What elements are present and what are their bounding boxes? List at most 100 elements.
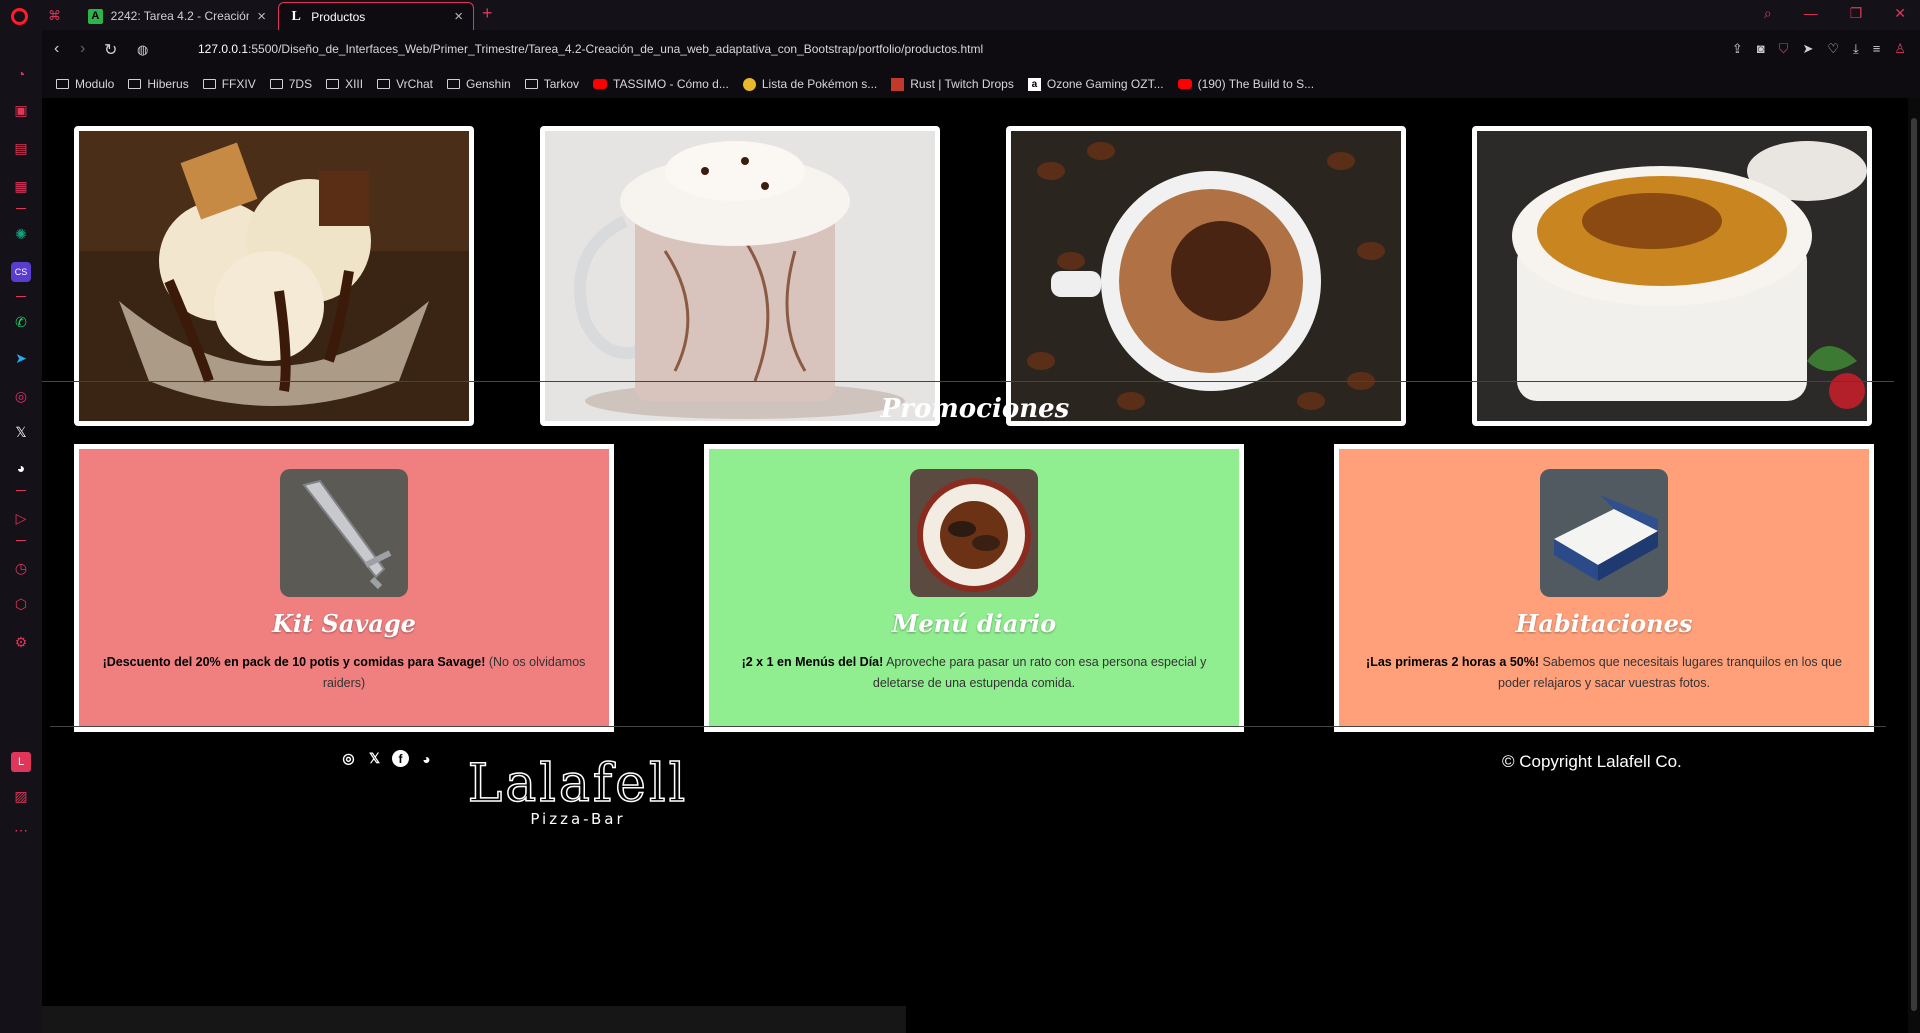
section-divider: [42, 381, 1894, 382]
history-icon[interactable]: ◷: [11, 558, 31, 578]
discord-icon[interactable]: ◕: [11, 458, 31, 478]
tab-tarea[interactable]: A 2242: Tarea 4.2 - Creación de ×: [78, 2, 276, 30]
extensions-icon[interactable]: ⬡: [11, 594, 31, 614]
bookmark-label: XIII: [345, 77, 364, 91]
promo-image-sword: [280, 469, 408, 597]
page-viewport: Promociones Kit Savage ¡Descuento del 20…: [42, 98, 1908, 1033]
settings-icon[interactable]: ⚙: [11, 632, 31, 652]
tab-productos[interactable]: L Productos ×: [278, 2, 474, 30]
menu-icon[interactable]: ≡: [1873, 41, 1881, 57]
shopping-icon[interactable]: ▣: [11, 100, 31, 120]
send-icon[interactable]: ➤: [1802, 41, 1813, 57]
bookmark-item[interactable]: 7DS: [269, 77, 313, 91]
bookmark-item[interactable]: VrChat: [377, 77, 433, 91]
ice-cream-image: [79, 131, 469, 421]
promo-title: Menú diario: [891, 609, 1057, 638]
products-gallery: [74, 126, 1874, 428]
heart-icon[interactable]: ♡: [1827, 41, 1839, 57]
folder-icon: [447, 79, 460, 89]
search-icon[interactable]: ⌕: [1764, 5, 1772, 22]
back-icon[interactable]: ‹: [54, 40, 59, 58]
url-host: 127.0.0.1: [198, 42, 249, 56]
bookmark-item[interactable]: Genshin: [447, 77, 511, 91]
player-icon[interactable]: ▷: [11, 508, 31, 528]
tab-bar: ⌘ A 2242: Tarea 4.2 - Creación de × L Pr…: [0, 0, 1920, 30]
forward-icon[interactable]: ›: [80, 40, 85, 58]
restore-icon[interactable]: ❐: [1850, 5, 1863, 22]
instagram-icon[interactable]: ◎: [11, 386, 31, 406]
promo-text: ¡Descuento del 20% en pack de 10 potis y…: [101, 652, 587, 694]
close-icon[interactable]: ×: [257, 8, 266, 25]
folder-icon: [377, 79, 391, 89]
minimize-icon[interactable]: —: [1804, 5, 1818, 22]
gx-control-icon[interactable]: ▦: [11, 176, 31, 196]
whatsapp-icon[interactable]: ✆: [11, 312, 31, 332]
speed-dial-icon[interactable]: ◔: [11, 64, 31, 84]
promo-text: ¡Las primeras 2 horas a 50%! Sabemos que…: [1361, 652, 1847, 694]
promo-title: Habitaciones: [1515, 609, 1693, 638]
bookmark-item[interactable]: XIII: [326, 77, 363, 91]
page-scrollbar[interactable]: [1908, 98, 1920, 1033]
reload-icon[interactable]: ↻: [104, 40, 117, 60]
bookmark-item[interactable]: a Ozone Gaming OZT...: [1027, 77, 1164, 91]
footer-brand[interactable]: Lalafell Pizza-Bar: [318, 753, 838, 828]
folder-icon: [202, 79, 216, 89]
bookmark-item[interactable]: (190) The Build to S...: [1177, 77, 1314, 91]
bookmark-item[interactable]: Hiberus: [128, 77, 189, 91]
profile-icon[interactable]: ♙: [1894, 41, 1906, 57]
bookmark-item[interactable]: TASSIMO - Cómo d...: [593, 77, 729, 91]
opera-logo-icon[interactable]: [11, 8, 28, 25]
promo-card-habitaciones: Habitaciones ¡Las primeras 2 horas a 50%…: [1334, 444, 1874, 732]
scrollbar-thumb[interactable]: [1911, 118, 1917, 1011]
bookmark-label: Ozone Gaming OZT...: [1046, 77, 1164, 91]
creme-brulee-image: [1477, 131, 1867, 421]
gamepad-icon[interactable]: ⌘: [48, 8, 61, 24]
telegram-icon[interactable]: ➤: [11, 348, 31, 368]
bookmark-item[interactable]: Modulo: [56, 77, 114, 91]
bookmark-item[interactable]: Tarkov: [524, 77, 580, 91]
folder-icon: [128, 79, 142, 89]
twitch-icon[interactable]: ▤: [11, 138, 31, 158]
footer-bottom-bar: [42, 1006, 906, 1033]
url-field[interactable]: 127.0.0.1:5500/Diseño_de_Interfaces_Web/…: [198, 42, 983, 56]
promo-detail: Sabemos que necesitais lugares tranquilo…: [1498, 655, 1842, 690]
folder-icon: [326, 79, 340, 89]
more-icon[interactable]: ⋯: [11, 820, 31, 840]
coffee-image: [1011, 131, 1401, 421]
bookmark-item[interactable]: Rust | Twitch Drops: [891, 77, 1014, 91]
youtube-icon: [1177, 79, 1192, 89]
bookmark-label: Rust | Twitch Drops: [910, 77, 1014, 91]
promo-card-menu-diario: Menú diario ¡2 x 1 en Menús del Día! Apr…: [704, 444, 1244, 732]
close-icon[interactable]: ×: [454, 8, 463, 25]
opera-sidebar: ◔ ▣ ▤ ▦ ✺ CS ✆ ➤ ◎ 𝕏 ◕ ▷ ◷ ⬡ ⚙ L ▨ ⋯: [0, 30, 42, 1033]
new-tab-button[interactable]: +: [482, 3, 493, 24]
brand-name: Lalafell: [467, 753, 689, 815]
share-icon[interactable]: ⇪: [1732, 41, 1743, 57]
footer-divider: [50, 726, 1886, 727]
camera-icon[interactable]: ◙: [1757, 41, 1765, 57]
tab-preview-icon[interactable]: L: [11, 752, 31, 772]
bookmark-label: Genshin: [466, 77, 511, 91]
bookmark-item[interactable]: FFXIV: [202, 77, 256, 91]
download-icon[interactable]: ⤓: [1853, 41, 1859, 57]
close-window-icon[interactable]: ✕: [1894, 5, 1906, 22]
globe-icon[interactable]: ◍: [137, 42, 148, 58]
tab-favicon: A: [88, 8, 103, 24]
window-controls: ⌕ — ❐ ✕: [1764, 5, 1906, 22]
tab-title: Productos: [311, 9, 366, 24]
shield-icon[interactable]: ⛉: [1779, 41, 1789, 57]
youtube-icon: [593, 79, 608, 89]
gallery-icon[interactable]: ▨: [11, 786, 31, 806]
chatgpt-icon[interactable]: ✺: [11, 224, 31, 244]
bookmark-label: Tarkov: [543, 77, 580, 91]
bookmark-item[interactable]: Lista de Pokémon s...: [742, 77, 878, 91]
bookmark-label: TASSIMO - Cómo d...: [613, 77, 729, 91]
bookmark-label: Hiberus: [147, 77, 189, 91]
bookmark-label: VrChat: [396, 77, 433, 91]
bookmark-label: 7DS: [288, 77, 313, 91]
promo-highlight: ¡Descuento del 20% en pack de 10 potis y…: [102, 655, 486, 669]
bookmark-label: Lista de Pokémon s...: [761, 77, 878, 91]
copyright-text: © Copyright Lalafell Co.: [1502, 752, 1682, 771]
x-icon[interactable]: 𝕏: [11, 422, 31, 442]
cs-icon[interactable]: CS: [11, 262, 31, 282]
